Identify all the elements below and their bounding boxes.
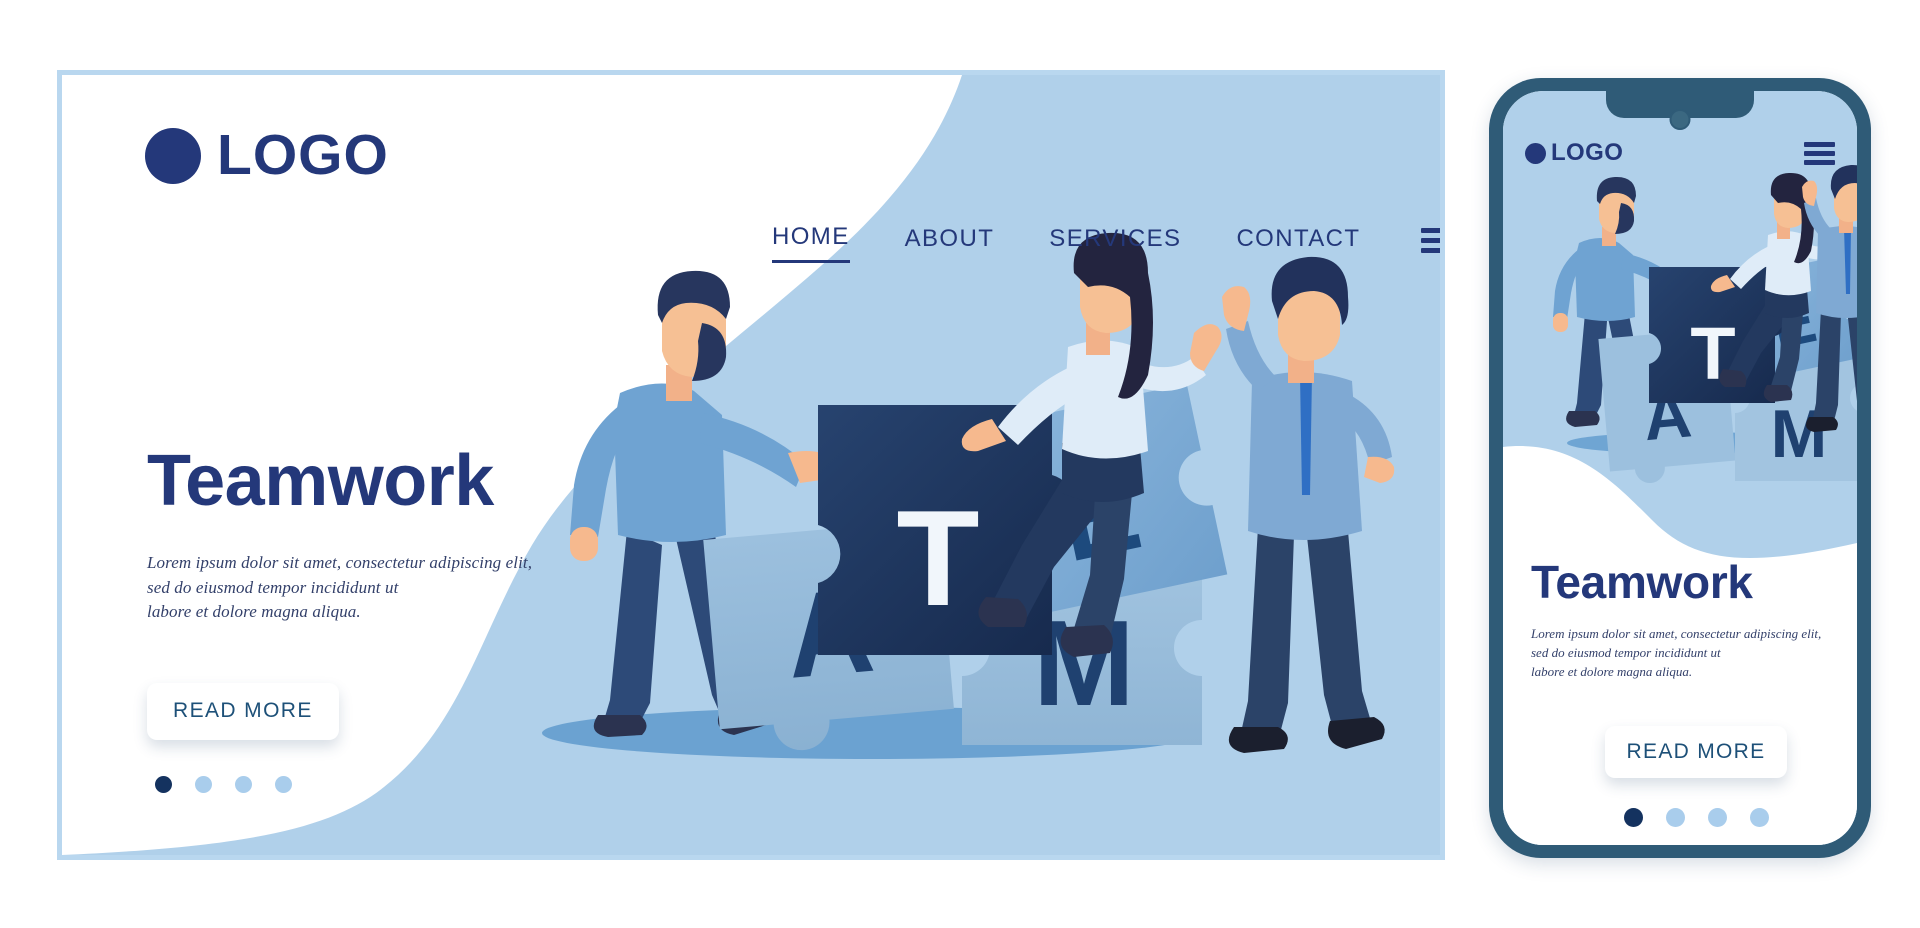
read-more-button[interactable]: READ MORE: [147, 682, 339, 740]
mobile-header: LOGO: [1503, 139, 1857, 167]
mobile-hamburger-menu-icon[interactable]: [1804, 141, 1835, 165]
carousel-dot-2[interactable]: [195, 775, 212, 793]
hero-paragraph-line-3: labore et dolore magna aliqua.: [147, 602, 361, 622]
hamburger-bar-3: [1421, 247, 1440, 253]
logo[interactable]: LOGO: [145, 127, 389, 184]
hero-paragraph-line-1: Lorem ipsum dolor sit amet, consectetur …: [147, 553, 533, 572]
hamburger-bar-2: [1421, 237, 1440, 243]
mobile-hero-paragraph: Lorem ipsum dolor sit amet, consectetur …: [1531, 625, 1857, 682]
mobile-hero-paragraph-line-3: labore et dolore magna aliqua.: [1531, 663, 1693, 679]
mobile-carousel-dot-3[interactable]: [1707, 807, 1727, 827]
mobile-hero-paragraph-line-1: Lorem ipsum dolor sit amet, consectetur …: [1531, 626, 1822, 641]
circle-dot-icon: [1525, 142, 1546, 164]
mobile-carousel-dot-2[interactable]: [1665, 807, 1685, 827]
carousel-dot-1[interactable]: [155, 775, 172, 793]
desktop-mockup: A M E T: [57, 70, 1445, 860]
phone-notch: [1606, 91, 1754, 130]
mobile-carousel-dot-4[interactable]: [1749, 807, 1769, 827]
mobile-logo-text: LOGO: [1551, 139, 1624, 166]
mobile-read-more-button[interactable]: READ MORE: [1604, 725, 1788, 778]
hero-paragraph-line-2: sed do eiusmod tempor incididunt ut: [147, 577, 399, 597]
mobile-carousel-dot-1[interactable]: [1623, 807, 1643, 827]
mobile-logo[interactable]: LOGO: [1525, 139, 1623, 167]
mobile-mockup: A M E T: [1489, 78, 1871, 858]
screenshot-stage: A M E T: [0, 0, 1920, 928]
mobile-hamburger-bar-2: [1804, 150, 1835, 156]
mobile-hamburger-bar-3: [1804, 159, 1835, 165]
carousel-dots: [147, 775, 577, 793]
mobile-hamburger-bar-1: [1804, 141, 1835, 147]
mobile-hero-copy-block: Teamwork Lorem ipsum dolor sit amet, con…: [1531, 559, 1857, 827]
phone-camera-icon: [1669, 109, 1691, 130]
circle-dot-icon: [145, 127, 201, 184]
desktop-header: LOGO: [62, 75, 1440, 235]
page-title: Teamwork: [147, 441, 494, 521]
svg-text:T: T: [896, 482, 979, 634]
logo-text: LOGO: [217, 123, 389, 187]
carousel-dot-4[interactable]: [275, 775, 292, 793]
desktop-viewport: A M E T: [62, 75, 1440, 855]
mobile-page-title: Teamwork: [1531, 556, 1753, 608]
hero-copy-block: Teamwork Lorem ipsum dolor sit amet, con…: [147, 445, 577, 793]
carousel-dot-3[interactable]: [235, 775, 252, 793]
mobile-cta-row: READ MORE: [1531, 725, 1857, 778]
mobile-hero-paragraph-line-2: sed do eiusmod tempor incididunt ut: [1531, 644, 1721, 660]
mobile-carousel-dots: [1531, 807, 1857, 827]
hero-paragraph: Lorem ipsum dolor sit amet, consectetur …: [147, 551, 577, 625]
mobile-viewport: A M E T: [1503, 91, 1857, 845]
